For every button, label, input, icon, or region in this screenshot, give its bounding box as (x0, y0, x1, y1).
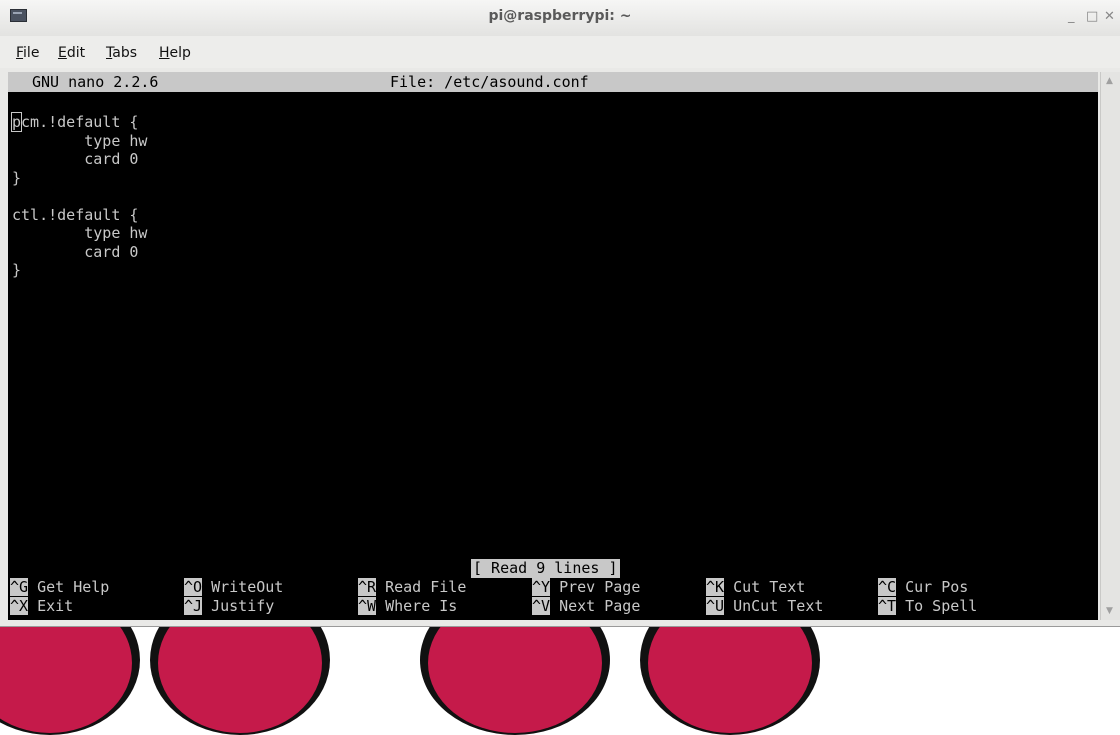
terminal-window: pi@raspberrypi: ~ _ □ ✕ File Edit Tabs H… (0, 0, 1120, 627)
shortcut-where-is[interactable]: ^W Where Is (358, 597, 457, 616)
close-icon[interactable]: ✕ (1104, 9, 1115, 24)
menu-tabs[interactable]: Tabs (106, 45, 137, 61)
shortcut-read-file[interactable]: ^R Read File (358, 578, 466, 597)
file-line[interactable]: card 0 (12, 150, 138, 169)
menu-file[interactable]: File (16, 45, 39, 61)
shortcut-next-page[interactable]: ^V Next Page (532, 597, 640, 616)
scroll-up-arrow-icon[interactable]: ▲ (1106, 76, 1113, 86)
file-line[interactable]: pcm.!default { (10, 112, 138, 132)
shortcut-cut-text[interactable]: ^K Cut Text (706, 578, 805, 597)
shortcut-cur-pos[interactable]: ^C Cur Pos (878, 578, 968, 597)
title-bar[interactable]: pi@raspberrypi: ~ _ □ ✕ (0, 0, 1120, 37)
shortcut-prev-page[interactable]: ^Y Prev Page (532, 578, 640, 597)
menu-bar: File Edit Tabs Help (0, 36, 1120, 68)
terminal-screen[interactable]: GNU nano 2.2.6 File: /etc/asound.conf pc… (8, 72, 1098, 620)
menu-help[interactable]: Help (159, 45, 191, 61)
file-line[interactable]: type hw (12, 132, 147, 151)
nano-version: GNU nano 2.2.6 (32, 73, 159, 91)
shortcut-get-help[interactable]: ^G Get Help (10, 578, 109, 597)
status-message: [ Read 9 lines ] (471, 559, 620, 578)
minimize-icon[interactable]: _ (1068, 9, 1075, 24)
file-line[interactable]: } (12, 261, 21, 280)
file-line[interactable]: } (12, 169, 21, 188)
vertical-scrollbar[interactable]: ▲ ▼ (1100, 72, 1120, 620)
maximize-icon[interactable]: □ (1086, 9, 1098, 24)
shortcut-justify[interactable]: ^J Justify (184, 597, 274, 616)
scroll-down-arrow-icon[interactable]: ▼ (1106, 606, 1113, 616)
nano-filename: File: /etc/asound.conf (390, 73, 589, 91)
menu-edit[interactable]: Edit (58, 45, 85, 61)
shortcut-to-spell[interactable]: ^T To Spell (878, 597, 977, 616)
shortcut-writeout[interactable]: ^O WriteOut (184, 578, 283, 597)
window-title: pi@raspberrypi: ~ (488, 8, 632, 24)
nano-header-bar: GNU nano 2.2.6 File: /etc/asound.conf (8, 72, 1098, 92)
shortcut-uncut-text[interactable]: ^U UnCut Text (706, 597, 823, 616)
text-cursor: p (10, 112, 23, 132)
shortcut-exit[interactable]: ^X Exit (10, 597, 73, 616)
file-line[interactable]: ctl.!default { (12, 206, 138, 225)
file-line[interactable]: card 0 (12, 243, 138, 262)
file-line[interactable]: type hw (12, 224, 147, 243)
